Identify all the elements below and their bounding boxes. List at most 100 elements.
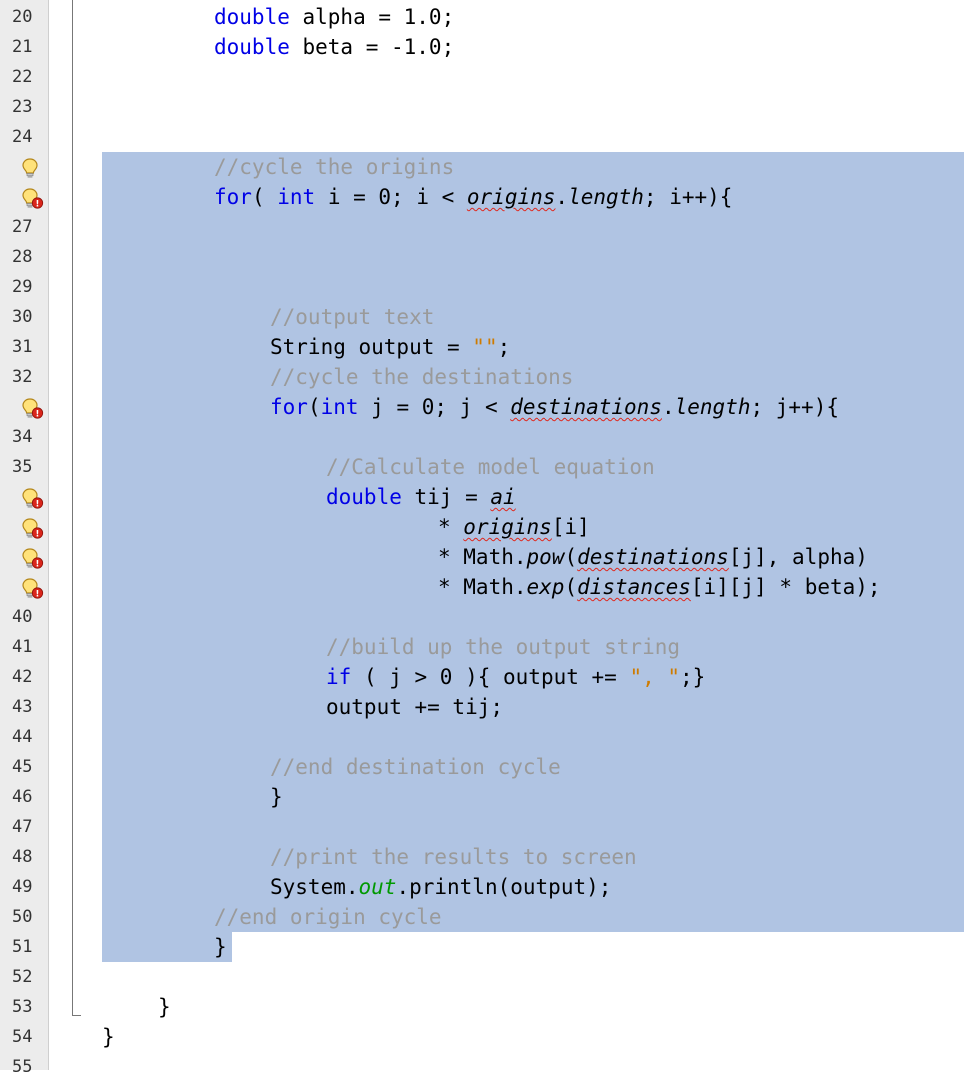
- field-identifier: length: [568, 185, 644, 209]
- code-text: i = 0; i <: [315, 185, 467, 209]
- error-identifier: destinations: [577, 545, 729, 569]
- code-line-30[interactable]: //output text: [270, 302, 434, 332]
- keyword: for: [270, 395, 308, 419]
- line-number-30: 30: [12, 307, 33, 327]
- code-text: [j], alpha): [728, 545, 868, 569]
- comment: //output text: [270, 305, 435, 329]
- error-identifier: origins: [466, 185, 556, 209]
- code-editor[interactable]: double alpha = 1.0; double beta = -1.0; …: [49, 0, 964, 1070]
- code-line-37[interactable]: * origins[i]: [438, 512, 590, 542]
- code-line-32[interactable]: //cycle the destinations: [270, 362, 573, 392]
- line-number-27: 27: [12, 217, 33, 237]
- gutter-hint-error-line-33[interactable]: !: [0, 392, 44, 422]
- code-line-36[interactable]: double tij = ai: [326, 482, 516, 512]
- code-text: System.: [270, 875, 359, 899]
- keyword: int: [320, 395, 359, 419]
- code-text: *: [438, 515, 464, 539]
- gutter-hint-error-line-38[interactable]: !: [0, 542, 44, 572]
- hint-bulb-icon[interactable]: [20, 156, 46, 180]
- code-line-51[interactable]: }: [214, 932, 227, 962]
- code-text: [i][j] * beta);: [690, 575, 881, 599]
- line-number-50: 50: [12, 907, 33, 927]
- line-number-43: 43: [12, 697, 33, 717]
- line-number-49: 49: [12, 877, 33, 897]
- code-line-49[interactable]: System.out.println(output);: [270, 872, 611, 902]
- code-line-39[interactable]: * Math.exp(distances[i][j] * beta);: [438, 572, 881, 602]
- line-number-34: 34: [12, 427, 33, 447]
- code-line-43[interactable]: output += tij;: [326, 692, 503, 722]
- comment: //Calculate model equation: [326, 455, 655, 479]
- svg-text:!: !: [36, 199, 40, 209]
- line-number-53: 53: [12, 997, 33, 1017]
- code-text: ; j++){: [750, 395, 839, 419]
- code-text: alpha = 1.0;: [289, 5, 455, 29]
- line-number-28: 28: [12, 247, 33, 267]
- string-literal: "": [472, 335, 498, 359]
- line-number-22: 22: [12, 67, 33, 87]
- code-text: .: [661, 395, 675, 419]
- gutter-hint-error-line-36[interactable]: !: [0, 482, 44, 512]
- line-number-gutter[interactable]: 20 21 22 23 24! 27 28 29 30 31 32! 34 35!!!! 40 41 42 43…: [0, 0, 49, 1077]
- code-line-38[interactable]: * Math.pow(destinations[j], alpha): [438, 542, 868, 572]
- gutter-hint-error-line-37[interactable]: !: [0, 512, 44, 542]
- hint-error-icon[interactable]: !: [20, 546, 46, 570]
- line-number-35: 35: [12, 457, 33, 477]
- hint-error-icon[interactable]: !: [20, 186, 46, 210]
- code-line-20[interactable]: double alpha = 1.0;: [214, 2, 454, 32]
- comment: //cycle the destinations: [270, 365, 574, 389]
- line-number-46: 46: [12, 787, 33, 807]
- line-number-45: 45: [12, 757, 33, 777]
- keyword: if: [326, 665, 352, 689]
- code-line-45[interactable]: //end destination cycle: [270, 752, 561, 782]
- line-number-42: 42: [12, 667, 33, 687]
- error-identifier: distances: [577, 575, 691, 599]
- comment: //cycle the origins: [214, 155, 455, 179]
- keyword: double: [326, 485, 402, 509]
- code-line-33[interactable]: for(int j = 0; j < destinations.length; …: [270, 392, 839, 422]
- code-line-54[interactable]: }: [102, 1022, 115, 1052]
- hint-error-icon[interactable]: !: [20, 576, 46, 600]
- code-line-35[interactable]: //Calculate model equation: [326, 452, 655, 482]
- gutter-hint-bulb-line-25[interactable]: [0, 152, 44, 182]
- code-text: }: [214, 935, 227, 959]
- code-text: (: [251, 185, 278, 209]
- fold-guide-end: [72, 1015, 81, 1016]
- code-line-31[interactable]: String output = "";: [270, 332, 510, 362]
- code-text: j = 0; j <: [358, 395, 511, 419]
- code-line-25[interactable]: //cycle the origins: [214, 152, 454, 182]
- comment: //print the results to screen: [270, 845, 637, 869]
- line-number-23: 23: [12, 97, 33, 117]
- keyword: for: [214, 185, 252, 209]
- hint-error-icon[interactable]: !: [20, 516, 46, 540]
- line-number-48: 48: [12, 847, 33, 867]
- hint-error-icon[interactable]: !: [20, 486, 46, 510]
- code-line-46[interactable]: }: [270, 782, 283, 812]
- line-number-54: 54: [12, 1027, 33, 1047]
- code-text: .: [555, 185, 569, 209]
- keyword: double: [214, 35, 290, 59]
- error-identifier: ai: [490, 485, 516, 509]
- code-line-41[interactable]: //build up the output string: [326, 632, 680, 662]
- string-literal: ", ": [629, 665, 681, 689]
- error-identifier: origins: [463, 515, 552, 539]
- code-line-21[interactable]: double beta = -1.0;: [214, 32, 454, 62]
- gutter-hint-error-line-39[interactable]: !: [0, 572, 44, 602]
- code-line-48[interactable]: //print the results to screen: [270, 842, 637, 872]
- svg-text:!: !: [36, 589, 40, 599]
- svg-text:!: !: [36, 559, 40, 569]
- code-text: (: [307, 395, 321, 419]
- code-text: }: [270, 785, 283, 809]
- gutter-hint-error-line-26[interactable]: !: [0, 182, 44, 212]
- code-text: [i]: [551, 515, 590, 539]
- hint-error-icon[interactable]: !: [20, 396, 46, 420]
- code-text: }: [158, 995, 171, 1019]
- fold-guide: [72, 0, 73, 1015]
- code-line-50[interactable]: //end origin cycle: [214, 902, 442, 932]
- code-text: }: [102, 1025, 115, 1049]
- code-line-42[interactable]: if ( j > 0 ){ output += ", ";}: [326, 662, 705, 692]
- line-number-20: 20: [12, 7, 33, 27]
- code-line-26[interactable]: for( int i = 0; i < origins.length; i++)…: [214, 182, 732, 212]
- code-line-53[interactable]: }: [158, 992, 171, 1022]
- code-text: ;: [497, 335, 511, 359]
- keyword: double: [214, 5, 290, 29]
